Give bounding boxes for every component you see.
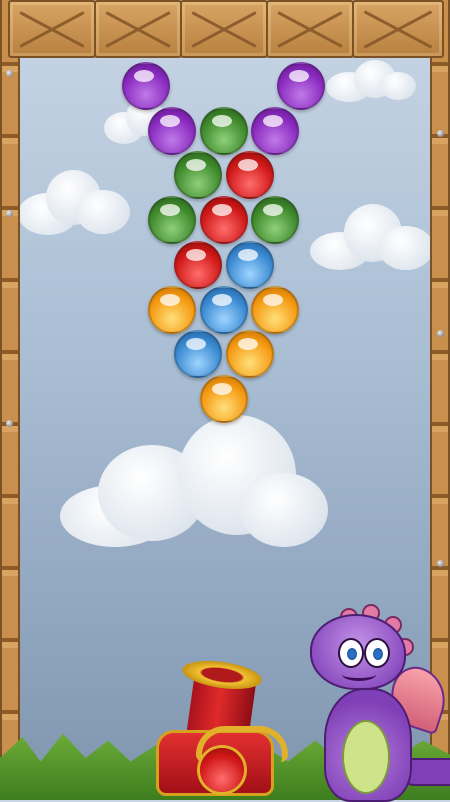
- dragon-icon: [300, 604, 450, 802]
- bubble-green: [174, 151, 222, 199]
- dragon-eye: [364, 638, 390, 668]
- screw: [437, 330, 444, 337]
- bubble-orange: [251, 286, 299, 334]
- bubble-purple: [251, 107, 299, 155]
- wooden-crate: [94, 0, 182, 58]
- bubble-green: [251, 196, 299, 244]
- cloud: [326, 60, 416, 102]
- dragon-eye: [338, 638, 364, 668]
- screw: [437, 130, 444, 137]
- bubble-green: [148, 196, 196, 244]
- bubble-blue: [226, 241, 274, 289]
- game-scene[interactable]: [0, 0, 450, 802]
- dragon-mouth: [342, 668, 376, 681]
- bubble-orange: [200, 375, 248, 423]
- cloud: [18, 165, 130, 237]
- bubble-blue: [174, 330, 222, 378]
- loaded-bubble-red: [200, 748, 244, 792]
- bubble-red: [174, 241, 222, 289]
- cloud: [310, 200, 435, 272]
- wooden-frame-left: [0, 0, 20, 800]
- bubble-orange: [226, 330, 274, 378]
- cannon-icon[interactable]: [150, 656, 290, 800]
- bubble-purple: [148, 107, 196, 155]
- bubble-blue: [200, 286, 248, 334]
- dragon-head: [310, 614, 406, 690]
- bubble-red: [200, 196, 248, 244]
- bubble-green: [200, 107, 248, 155]
- wooden-crate: [266, 0, 354, 58]
- screw: [437, 560, 444, 567]
- wooden-crate: [352, 0, 444, 58]
- bubble-purple: [277, 62, 325, 110]
- wooden-crate: [180, 0, 268, 58]
- wooden-crate: [8, 0, 96, 58]
- screw: [6, 70, 13, 77]
- bubble-purple: [122, 62, 170, 110]
- bubble-orange: [148, 286, 196, 334]
- cloud: [60, 415, 328, 550]
- bubble-red: [226, 151, 274, 199]
- screw: [6, 210, 13, 217]
- screw: [6, 420, 13, 427]
- dragon-belly: [342, 720, 390, 794]
